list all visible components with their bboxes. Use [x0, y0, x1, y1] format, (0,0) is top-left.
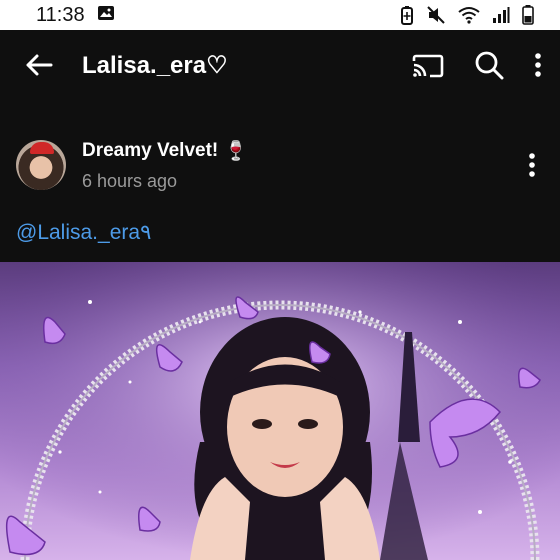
mention-link[interactable]: @Lalisa._era٩: [16, 220, 151, 245]
author-name[interactable]: Dreamy Velvet!: [82, 140, 218, 162]
more-vert-icon[interactable]: [534, 52, 542, 78]
post-more-icon[interactable]: [522, 150, 542, 180]
wine-glass-icon: 🍷: [224, 140, 248, 162]
search-icon[interactable]: [474, 50, 504, 80]
image-icon: [97, 4, 115, 27]
wifi-icon: [458, 6, 480, 24]
avatar[interactable]: [16, 140, 66, 190]
status-bar: 11:38: [0, 0, 560, 30]
post-image[interactable]: [0, 262, 560, 560]
battery-saver-icon: [400, 5, 414, 25]
post-header: Dreamy Velvet! 🍷 6 hours ago: [0, 130, 560, 200]
status-time: 11:38: [36, 3, 85, 26]
app-bar: Lalisa._era♡: [0, 30, 560, 100]
mute-icon: [426, 5, 446, 25]
signal-icon: [492, 6, 510, 24]
cast-icon[interactable]: [412, 52, 444, 78]
battery-icon: [522, 5, 534, 25]
page-title: Lalisa._era♡: [82, 51, 228, 79]
back-arrow-icon[interactable]: [22, 48, 56, 82]
author-name-row[interactable]: Dreamy Velvet! 🍷: [82, 139, 522, 163]
post-time: 6 hours ago: [82, 170, 178, 191]
